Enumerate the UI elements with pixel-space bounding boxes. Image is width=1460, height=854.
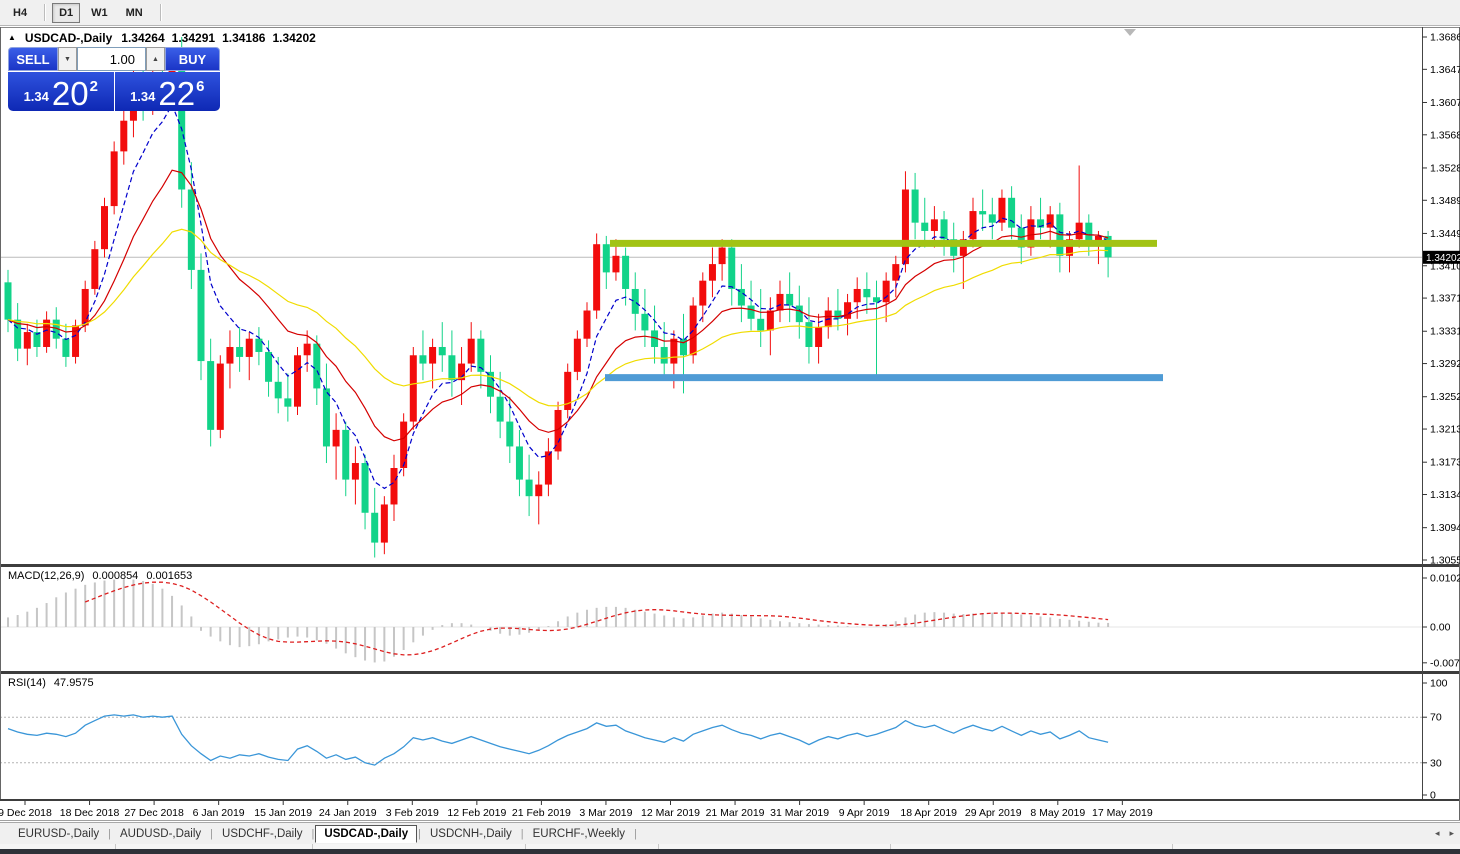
sell-price-button[interactable]: 1.34 20 2	[8, 72, 114, 111]
svg-text:1.30940: 1.30940	[1430, 522, 1460, 534]
sell-price-pip: 2	[90, 78, 98, 95]
timeframe-button-h4[interactable]: H4	[6, 3, 34, 23]
tab-separator: |	[210, 828, 213, 840]
svg-text:1.33710: 1.33710	[1430, 293, 1460, 305]
macd-signal-value: 0.001653	[146, 570, 192, 582]
terminal-window: H4D1W1MN 1.368601.364701.360701.356801.3…	[0, 0, 1460, 854]
rsi-indicator-label: RSI(14) 47.9575	[8, 677, 94, 689]
buy-price-pip: 6	[196, 78, 204, 95]
svg-text:8 May 2019: 8 May 2019	[1030, 807, 1085, 819]
buy-price-button[interactable]: 1.34 22 6	[115, 72, 221, 111]
svg-text:1.33310: 1.33310	[1430, 326, 1460, 338]
macd-main-value: 0.000854	[92, 570, 138, 582]
svg-text:0.00: 0.00	[1430, 622, 1451, 634]
svg-text:1.32520: 1.32520	[1430, 391, 1460, 403]
tab-separator: |	[418, 828, 421, 840]
svg-text:9 Apr 2019: 9 Apr 2019	[839, 807, 890, 819]
volume-decrease-button[interactable]: ▼	[58, 47, 77, 71]
macd-label: MACD(12,26,9)	[8, 570, 84, 582]
tab-scroll-left-icon[interactable]: ◂	[1435, 828, 1440, 839]
one-click-trading-panel: SELL ▼ 1.00 ▲ BUY 1.34 20 2 1.34 22 6	[8, 47, 220, 111]
rsi-label: RSI(14)	[8, 677, 46, 689]
svg-text:-0.007477: -0.007477	[1430, 657, 1460, 669]
ohlc-open: 1.34264	[121, 31, 164, 45]
ohlc-high: 1.34291	[172, 31, 215, 45]
buy-price-prefix: 1.34	[130, 89, 155, 104]
svg-text:1.35280: 1.35280	[1430, 162, 1460, 174]
svg-text:1.36070: 1.36070	[1430, 97, 1460, 109]
svg-text:3 Feb 2019: 3 Feb 2019	[386, 807, 439, 819]
sell-button[interactable]: SELL	[8, 47, 58, 71]
symbol-title: USDCAD-,Daily	[25, 31, 112, 45]
svg-text:1.32130: 1.32130	[1430, 424, 1460, 436]
svg-text:17 May 2019: 17 May 2019	[1092, 807, 1153, 819]
svg-text:21 Feb 2019: 21 Feb 2019	[512, 807, 571, 819]
svg-text:1.34202: 1.34202	[1426, 253, 1460, 264]
chart-canvas[interactable]: 1.368601.364701.360701.356801.352801.348…	[0, 0, 1460, 854]
svg-text:12 Mar 2019: 12 Mar 2019	[641, 807, 700, 819]
svg-text:18 Apr 2019: 18 Apr 2019	[900, 807, 957, 819]
svg-text:3 Mar 2019: 3 Mar 2019	[579, 807, 632, 819]
tab-scroll-right-icon[interactable]: ▸	[1449, 828, 1454, 839]
svg-text:0: 0	[1430, 790, 1436, 802]
svg-text:100: 100	[1430, 678, 1448, 690]
ohlc-low: 1.34186	[222, 31, 265, 45]
tab-separator: |	[312, 828, 315, 840]
buy-price-big: 22	[158, 79, 195, 109]
rsi-value: 47.9575	[54, 677, 94, 689]
svg-text:1.36860: 1.36860	[1430, 32, 1460, 44]
svg-text:0.010229: 0.010229	[1430, 573, 1460, 585]
chart-tab-usdcnh-daily[interactable]: USDCNH-,Daily	[422, 826, 520, 842]
svg-text:9 Dec 2018: 9 Dec 2018	[0, 807, 52, 819]
timeframe-button-d1[interactable]: D1	[52, 3, 80, 23]
svg-text:21 Mar 2019: 21 Mar 2019	[706, 807, 765, 819]
tab-separator: |	[108, 828, 111, 840]
timeframe-button-w1[interactable]: W1	[84, 3, 115, 23]
chart-tab-bar: EURUSD-,Daily|AUDUSD-,Daily|USDCHF-,Dail…	[0, 822, 1460, 844]
buy-button[interactable]: BUY	[165, 47, 220, 71]
volume-input[interactable]: 1.00	[77, 47, 146, 71]
svg-text:6 Jan 2019: 6 Jan 2019	[193, 807, 245, 819]
svg-text:29 Apr 2019: 29 Apr 2019	[965, 807, 1022, 819]
svg-text:1.32920: 1.32920	[1430, 358, 1460, 370]
chart-title: ▲ USDCAD-,Daily 1.34264 1.34291 1.34186 …	[8, 31, 316, 45]
chart-tab-usdcad-daily[interactable]: USDCAD-,Daily	[315, 825, 417, 843]
svg-text:15 Jan 2019: 15 Jan 2019	[254, 807, 312, 819]
taskbar-edge	[0, 849, 1460, 854]
toolbar-separator	[160, 4, 162, 21]
chart-tab-eurchf-weekly[interactable]: EURCHF-,Weekly	[525, 826, 633, 842]
timeframe-toolbar: H4 D1W1MN	[0, 0, 1460, 26]
chart-tab-eurusd-daily[interactable]: EURUSD-,Daily	[10, 826, 107, 842]
toolbar-separator	[44, 4, 46, 21]
tab-separator: |	[634, 828, 637, 840]
svg-text:12 Feb 2019: 12 Feb 2019	[447, 807, 506, 819]
svg-text:1.31730: 1.31730	[1430, 457, 1460, 469]
sell-price-prefix: 1.34	[24, 89, 49, 104]
svg-text:18 Dec 2018: 18 Dec 2018	[60, 807, 120, 819]
timeframe-button-mn[interactable]: MN	[119, 3, 150, 23]
tab-separator: |	[521, 828, 524, 840]
svg-text:70: 70	[1430, 712, 1442, 724]
collapse-icon[interactable]: ▲	[8, 33, 16, 42]
svg-text:1.30550: 1.30550	[1430, 555, 1460, 567]
svg-text:1.34890: 1.34890	[1430, 195, 1460, 207]
svg-text:1.34490: 1.34490	[1430, 228, 1460, 240]
volume-increase-button[interactable]: ▲	[146, 47, 165, 71]
svg-text:27 Dec 2018: 27 Dec 2018	[124, 807, 184, 819]
svg-text:1.36470: 1.36470	[1430, 64, 1460, 76]
chart-tab-usdchf-daily[interactable]: USDCHF-,Daily	[214, 826, 311, 842]
ohlc-close: 1.34202	[272, 31, 315, 45]
chart-tab-audusd-daily[interactable]: AUDUSD-,Daily	[112, 826, 209, 842]
sell-price-big: 20	[52, 79, 89, 109]
svg-text:1.31340: 1.31340	[1430, 489, 1460, 501]
macd-indicator-label: MACD(12,26,9) 0.000854 0.001653	[8, 570, 192, 582]
svg-text:1.35680: 1.35680	[1430, 129, 1460, 141]
svg-text:30: 30	[1430, 757, 1442, 769]
svg-text:24 Jan 2019: 24 Jan 2019	[319, 807, 377, 819]
svg-text:31 Mar 2019: 31 Mar 2019	[770, 807, 829, 819]
